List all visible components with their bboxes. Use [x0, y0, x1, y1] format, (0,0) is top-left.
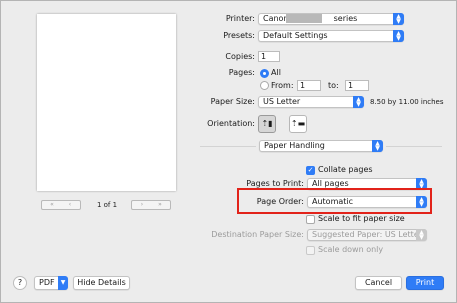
- pages-label: Pages:: [228, 68, 255, 77]
- pages-from-label: From:: [271, 81, 294, 90]
- scale-down-only-checkbox[interactable]: [306, 246, 315, 255]
- presets-value: Default Settings: [263, 31, 328, 40]
- pages-all-radio[interactable]: [260, 69, 269, 78]
- pages-all-label: All: [271, 68, 281, 77]
- hide-details-button[interactable]: Hide Details: [73, 276, 130, 290]
- print-button[interactable]: Print: [406, 276, 444, 290]
- pages-to-label: to:: [328, 81, 339, 90]
- scale-down-only-label: Scale down only: [318, 245, 384, 254]
- cancel-button[interactable]: Cancel: [355, 276, 402, 290]
- page-order-label: Page Order:: [256, 197, 304, 206]
- destination-paper-size-value: Suggested Paper: US Letter: [312, 230, 423, 239]
- pdf-menu-button[interactable]: PDF ▼: [34, 276, 68, 290]
- destination-paper-size-select[interactable]: Suggested Paper: US Letter ▲ ▼: [307, 229, 427, 241]
- printer-value-suffix: series: [333, 14, 358, 23]
- pdf-label: PDF: [39, 278, 55, 287]
- landscape-person-icon: ⇡▬: [290, 119, 306, 128]
- chevron-down-icon: ▼: [58, 276, 68, 290]
- next-page-button[interactable]: ›: [133, 201, 151, 209]
- redaction-block: [286, 14, 322, 23]
- orientation-label: Orientation:: [207, 119, 255, 128]
- printer-select[interactable]: Canon series ▲ ▼: [258, 13, 404, 25]
- page-indicator: 1 of 1: [96, 201, 118, 209]
- paper-size-value: US Letter: [263, 97, 301, 106]
- collate-label: Collate pages: [318, 165, 373, 174]
- page-order-value: Automatic: [312, 197, 354, 206]
- scale-to-fit-checkbox[interactable]: [306, 215, 315, 224]
- prev-page-button[interactable]: ‹: [61, 201, 79, 209]
- first-page-button[interactable]: «: [43, 201, 61, 209]
- copies-label: Copies:: [225, 52, 255, 61]
- divider-left: [200, 146, 256, 147]
- destination-paper-size-label: Destination Paper Size:: [211, 230, 304, 239]
- chevron-updown-icon: ▲ ▼: [416, 229, 427, 241]
- page-preview: [37, 14, 176, 191]
- collate-checkbox[interactable]: ✓: [306, 166, 315, 175]
- pages-from-radio[interactable]: [260, 81, 269, 90]
- paper-size-select[interactable]: US Letter ▲ ▼: [258, 96, 364, 108]
- printer-label: Printer:: [225, 14, 255, 23]
- paper-size-label: Paper Size:: [210, 97, 255, 106]
- preview-next-last-buttons[interactable]: ›»: [131, 200, 171, 210]
- last-page-button[interactable]: »: [151, 201, 169, 209]
- question-icon: ?: [17, 278, 23, 287]
- paper-size-dimensions: 8.50 by 11.00 inches: [370, 98, 444, 106]
- chevron-updown-icon: ▲ ▼: [372, 140, 383, 152]
- page-order-select[interactable]: Automatic ▲ ▼: [307, 196, 427, 208]
- presets-label: Presets:: [223, 31, 255, 40]
- portrait-person-icon: ⇡▮: [261, 119, 273, 128]
- section-value: Paper Handling: [264, 141, 325, 150]
- chevron-updown-icon: ▲ ▼: [416, 196, 427, 208]
- landscape-orientation-button[interactable]: ⇡▬: [289, 115, 307, 133]
- pages-to-print-value: All pages: [312, 179, 349, 188]
- help-button[interactable]: ?: [13, 276, 27, 290]
- scale-to-fit-label: Scale to fit paper size: [318, 214, 405, 223]
- chevron-updown-icon: ▲ ▼: [353, 96, 364, 108]
- copies-field[interactable]: 1: [258, 51, 280, 62]
- pages-from-field[interactable]: 1: [297, 80, 321, 91]
- section-select[interactable]: Paper Handling ▲ ▼: [259, 140, 383, 152]
- divider-right: [386, 146, 442, 147]
- chevron-updown-icon: ▲ ▼: [393, 30, 404, 42]
- pages-to-field[interactable]: 1: [345, 80, 369, 91]
- preview-first-prev-buttons[interactable]: «‹: [41, 200, 81, 210]
- presets-select[interactable]: Default Settings ▲ ▼: [258, 30, 404, 42]
- chevron-updown-icon: ▲ ▼: [393, 13, 404, 25]
- printer-value-prefix: Canon: [263, 14, 289, 23]
- portrait-orientation-button[interactable]: ⇡▮: [258, 115, 276, 133]
